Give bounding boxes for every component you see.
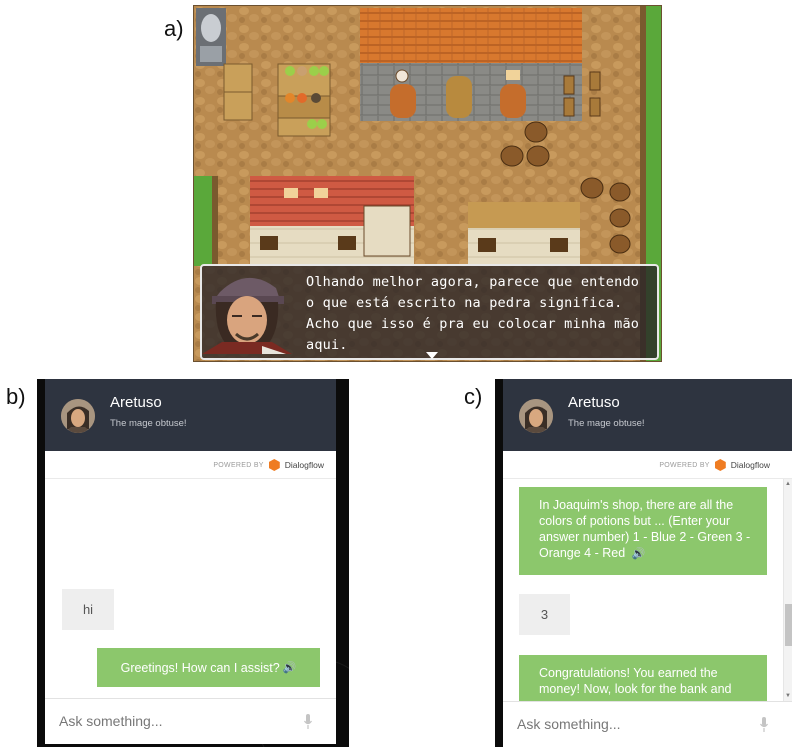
powered-by-badge[interactable]: POWERED BY Dialogflow bbox=[659, 458, 770, 472]
divider bbox=[503, 478, 792, 479]
chat-widget-c: Aretuso The mage obtuse! POWERED BY Dial… bbox=[503, 379, 792, 747]
chat-widget-b: Aretuso The mage obtuse! POWERED BY Dial… bbox=[45, 379, 336, 744]
dialog-line: o que está escrito na pedra significa. bbox=[306, 295, 623, 311]
speaker-icon[interactable]: 🔊 bbox=[632, 548, 646, 560]
game-screen[interactable]: Olhando melhor agora, parece que entendo… bbox=[193, 5, 662, 362]
powered-by-badge[interactable]: POWERED BY Dialogflow bbox=[213, 458, 324, 472]
input-bar bbox=[45, 698, 336, 744]
dialog-line: Olhando melhor agora, parece que entendo bbox=[306, 274, 640, 290]
bot-message: Greetings! How can I assist? 🔊 bbox=[97, 648, 320, 687]
brand-name: Dialogflow bbox=[730, 460, 770, 470]
agent-description: The mage obtuse! bbox=[568, 418, 645, 429]
powered-by-label: POWERED BY bbox=[213, 461, 264, 469]
continue-arrow-icon[interactable] bbox=[426, 352, 438, 359]
message-text: Greetings! How can I assist? bbox=[120, 660, 280, 675]
agent-avatar bbox=[519, 399, 553, 433]
dialog-line: aqui. bbox=[306, 337, 348, 353]
bot-message: In Joaquim's shop, there are all the col… bbox=[519, 487, 767, 575]
scroll-down-icon[interactable]: ▼ bbox=[785, 693, 791, 699]
agent-description: The mage obtuse! bbox=[110, 418, 187, 429]
message-text: 3 bbox=[540, 607, 549, 622]
message-input[interactable] bbox=[517, 712, 737, 736]
agent-name: Aretuso bbox=[568, 394, 620, 411]
message-input[interactable] bbox=[59, 709, 279, 733]
dialogflow-logo-icon bbox=[268, 459, 280, 471]
agent-name: Aretuso bbox=[110, 394, 162, 411]
dialogflow-logo-icon bbox=[714, 459, 726, 471]
dialog-line: Acho que isso é pra eu colocar minha mão bbox=[306, 316, 640, 332]
chat-header: Aretuso The mage obtuse! bbox=[503, 379, 792, 451]
speaker-icon[interactable]: 🔊 bbox=[283, 660, 297, 676]
divider bbox=[45, 478, 336, 479]
microphone-icon[interactable] bbox=[304, 714, 312, 729]
panel-label-b: b) bbox=[6, 384, 26, 409]
panel-label-a: a) bbox=[164, 16, 184, 41]
scrollbar[interactable]: ▲ ▼ bbox=[783, 479, 792, 701]
agent-avatar bbox=[61, 399, 95, 433]
input-bar bbox=[503, 701, 792, 747]
user-message: hi bbox=[62, 589, 114, 630]
message-text: Congratulations! You earned the money! N… bbox=[539, 666, 732, 696]
panel-label-c: c) bbox=[464, 384, 483, 409]
chat-frame-c: Aretuso The mage obtuse! POWERED BY Dial… bbox=[495, 379, 792, 747]
microphone-icon[interactable] bbox=[760, 717, 768, 732]
scroll-up-icon[interactable]: ▲ bbox=[785, 481, 791, 487]
scrollbar-thumb[interactable] bbox=[785, 604, 792, 646]
bot-message: Congratulations! You earned the money! N… bbox=[519, 655, 767, 701]
dialog-box[interactable]: Olhando melhor agora, parece que entendo… bbox=[200, 264, 659, 360]
chat-header: Aretuso The mage obtuse! bbox=[45, 379, 336, 451]
character-portrait bbox=[202, 277, 292, 354]
chat-frame-b: Aretuso The mage obtuse! POWERED BY Dial… bbox=[37, 379, 349, 747]
brand-name: Dialogflow bbox=[284, 460, 324, 470]
message-text: hi bbox=[82, 602, 94, 617]
user-message: 3 bbox=[519, 594, 570, 635]
powered-by-label: POWERED BY bbox=[659, 461, 710, 469]
dialog-text: Olhando melhor agora, parece que entendo… bbox=[306, 272, 651, 356]
